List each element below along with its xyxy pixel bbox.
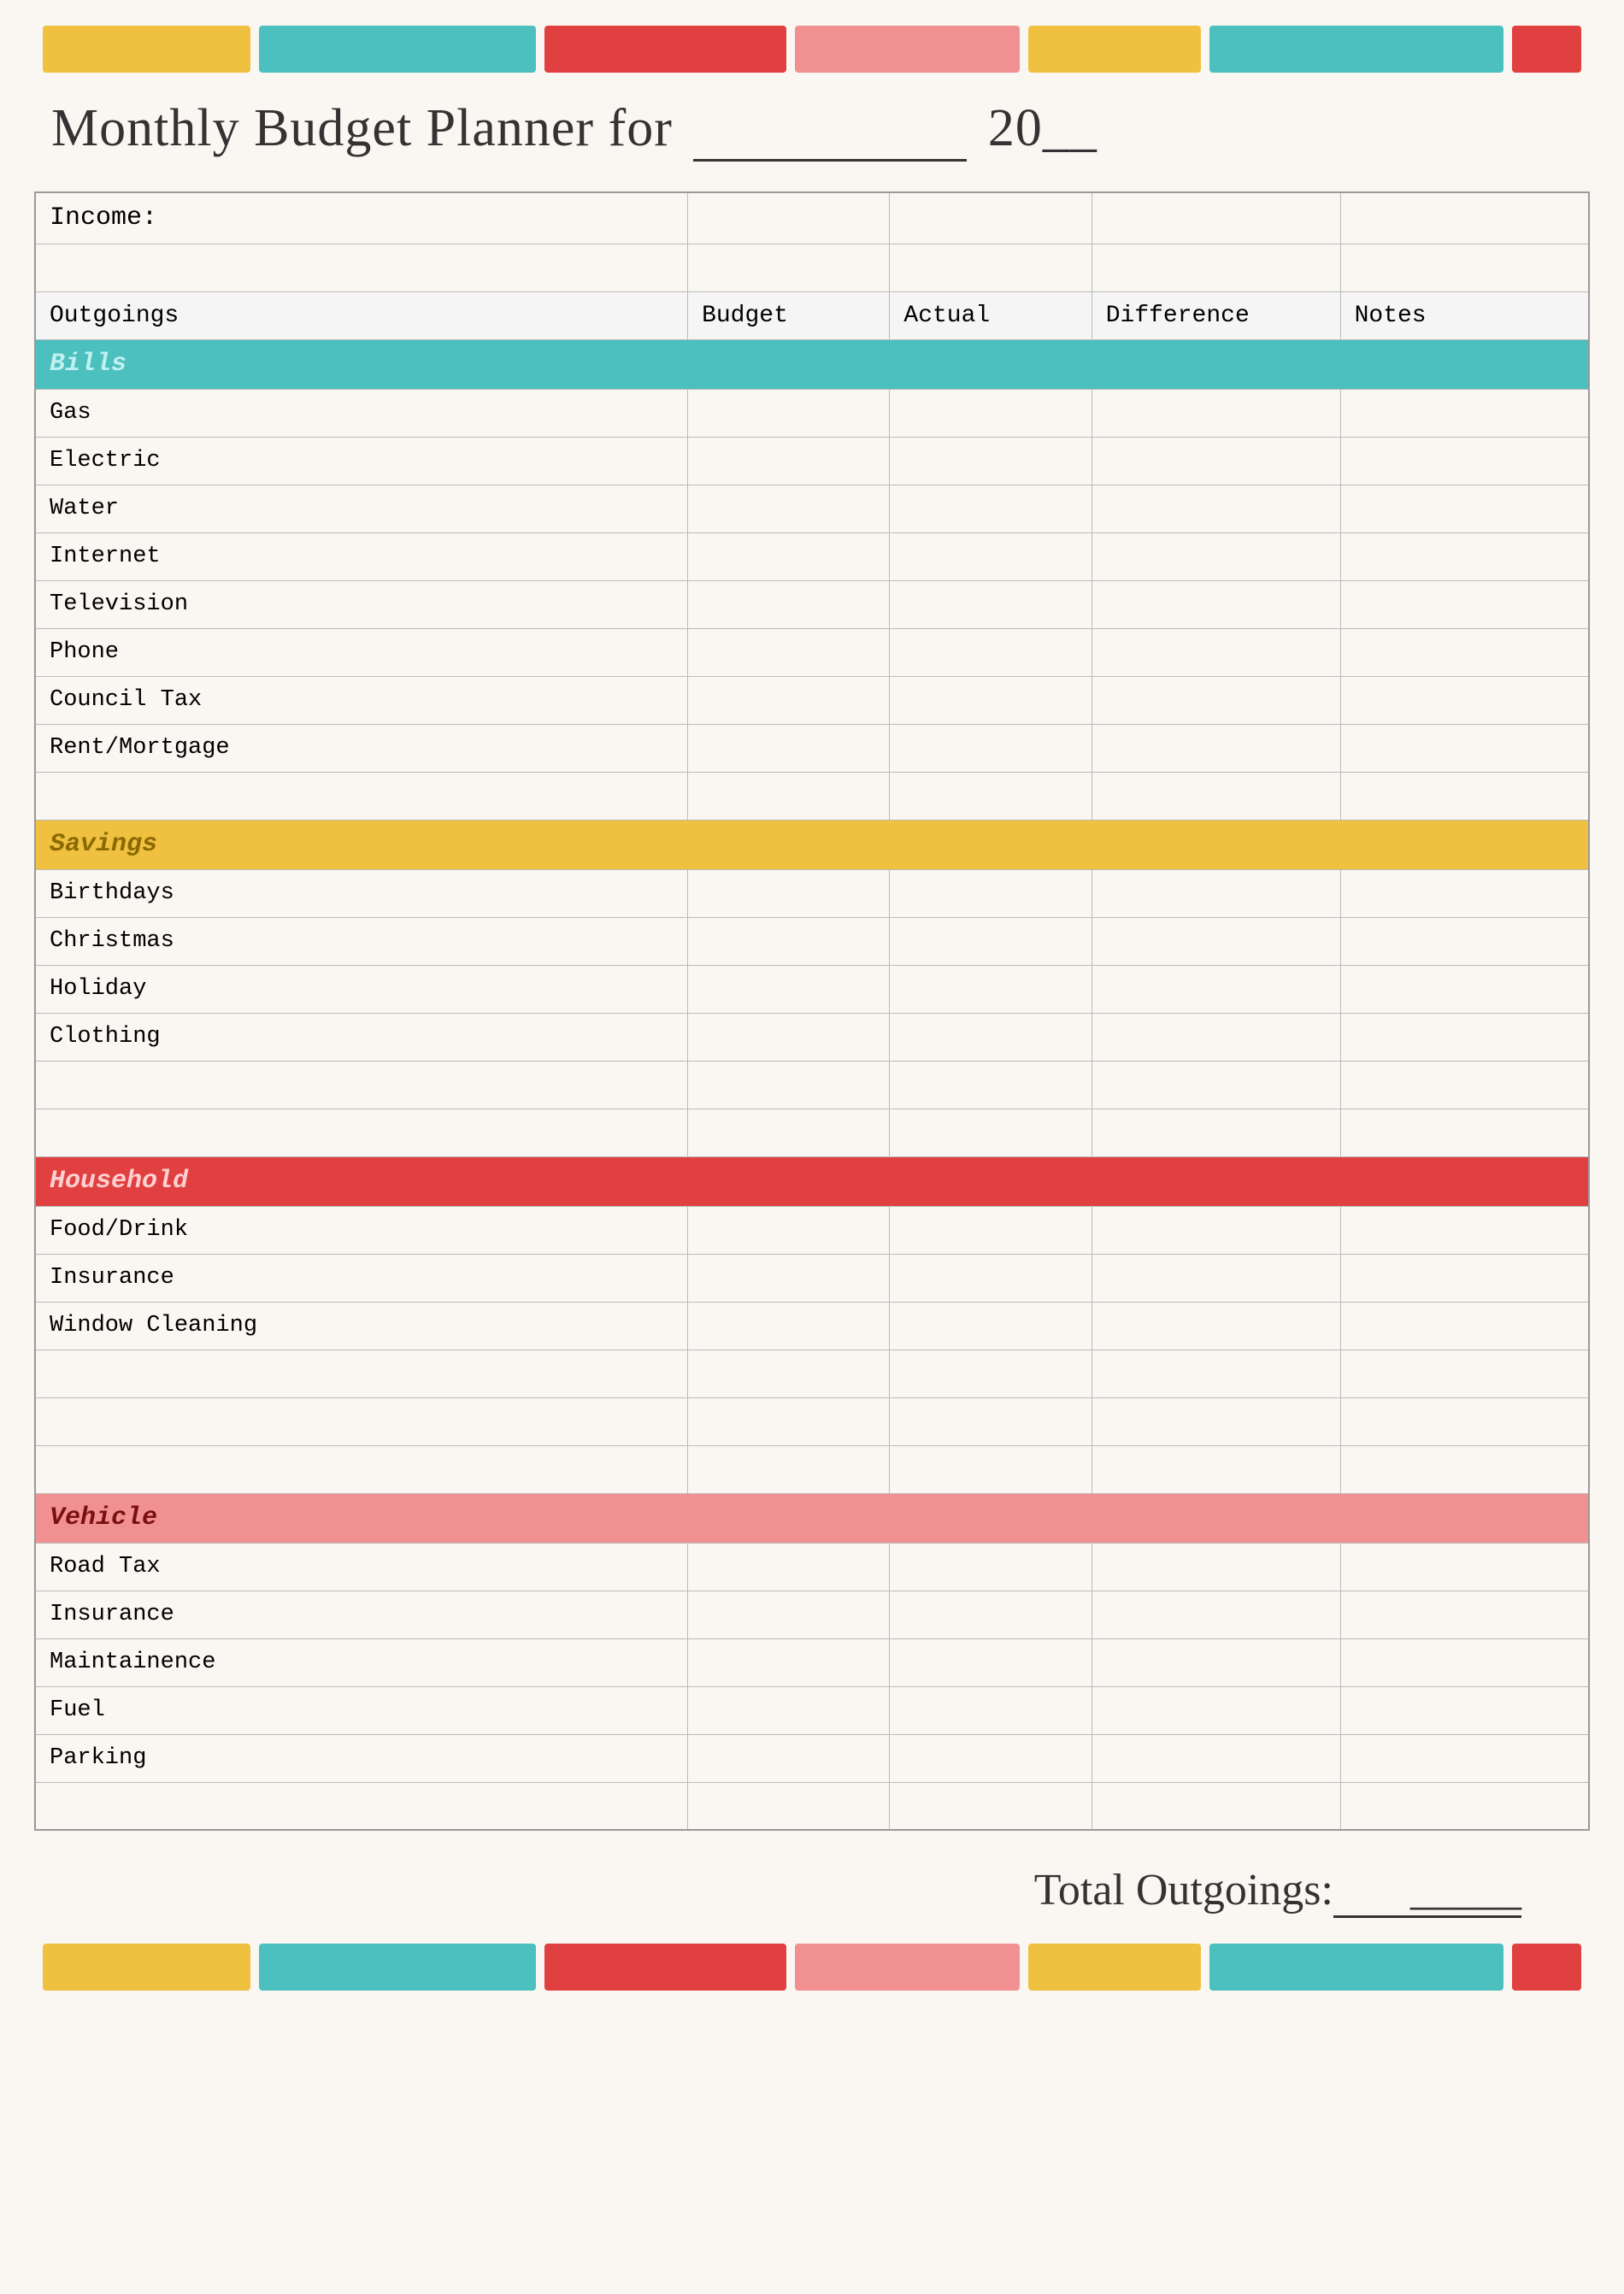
row-fuel: Fuel — [35, 1686, 1589, 1734]
header-outgoings: Outgoings — [35, 291, 688, 339]
row-food-drink: Food/Drink — [35, 1206, 1589, 1254]
income-label: Income: — [35, 192, 688, 244]
total-label: Total Outgoings: — [1034, 1866, 1333, 1915]
bottom-strip-teal-1 — [259, 1944, 536, 1991]
strip-yellow-2 — [1028, 26, 1201, 73]
bottom-strip-red-2 — [1512, 1944, 1581, 1991]
row-electric: Electric — [35, 437, 1589, 485]
row-window-cleaning: Window Cleaning — [35, 1302, 1589, 1350]
strip-yellow-1 — [43, 26, 250, 73]
header-budget: Budget — [688, 291, 890, 339]
section-bills-header: Bills — [35, 339, 1589, 389]
row-birthdays: Birthdays — [35, 869, 1589, 917]
row-christmas: Christmas — [35, 917, 1589, 965]
title-month-blank — [693, 98, 967, 162]
strip-pink-1 — [795, 26, 1020, 73]
total-value-blank: _____ — [1333, 1865, 1521, 1918]
row-household-insurance: Insurance — [35, 1254, 1589, 1302]
header-notes: Notes — [1340, 291, 1589, 339]
savings-empty-2 — [35, 1109, 1589, 1156]
header-difference: Difference — [1091, 291, 1340, 339]
bottom-strip-red-1 — [544, 1944, 786, 1991]
row-road-tax: Road Tax — [35, 1543, 1589, 1591]
strip-red-2 — [1512, 26, 1581, 73]
page-title: Monthly Budget Planner for 20__ — [34, 98, 1590, 162]
budget-table: Income: Outgoings Budget Actual Differen… — [34, 191, 1590, 1831]
bottom-strip-teal-2 — [1209, 1944, 1503, 1991]
household-label: Household — [35, 1156, 1589, 1206]
row-clothing: Clothing — [35, 1013, 1589, 1061]
bills-label: Bills — [35, 339, 1589, 389]
strip-red-1 — [544, 26, 786, 73]
section-household-header: Household — [35, 1156, 1589, 1206]
row-rent-mortgage: Rent/Mortgage — [35, 724, 1589, 772]
household-empty-3 — [35, 1445, 1589, 1493]
section-savings-header: Savings — [35, 820, 1589, 869]
total-outgoings-row: Total Outgoings:_____ — [34, 1865, 1590, 1918]
title-year-blank: __ — [1043, 99, 1097, 157]
row-gas: Gas — [35, 389, 1589, 437]
page: Monthly Budget Planner for 20__ Income: … — [0, 0, 1624, 2294]
column-headers-row: Outgoings Budget Actual Difference Notes — [35, 291, 1589, 339]
title-year-prefix: 20 — [988, 99, 1043, 157]
strip-teal-2 — [1209, 26, 1503, 73]
savings-empty-1 — [35, 1061, 1589, 1109]
savings-label: Savings — [35, 820, 1589, 869]
household-empty-1 — [35, 1350, 1589, 1397]
row-television: Television — [35, 580, 1589, 628]
household-empty-2 — [35, 1397, 1589, 1445]
income-actual-cell — [890, 192, 1091, 244]
row-internet: Internet — [35, 532, 1589, 580]
row-parking: Parking — [35, 1734, 1589, 1782]
row-phone: Phone — [35, 628, 1589, 676]
bottom-strip-yellow-2 — [1028, 1944, 1201, 1991]
row-council-tax: Council Tax — [35, 676, 1589, 724]
row-water: Water — [35, 485, 1589, 532]
header-actual: Actual — [890, 291, 1091, 339]
income-notes-cell — [1340, 192, 1589, 244]
bottom-color-strips — [34, 1944, 1590, 1991]
row-maintainence: Maintainence — [35, 1638, 1589, 1686]
bills-empty-1 — [35, 772, 1589, 820]
title-prefix: Monthly Budget Planner for — [51, 99, 673, 157]
bottom-strip-pink-1 — [795, 1944, 1020, 1991]
income-budget-cell — [688, 192, 890, 244]
empty-row-after-income — [35, 244, 1589, 291]
vehicle-empty-1 — [35, 1782, 1589, 1830]
income-diff-cell — [1091, 192, 1340, 244]
row-vehicle-insurance: Insurance — [35, 1591, 1589, 1638]
income-row: Income: — [35, 192, 1589, 244]
row-holiday: Holiday — [35, 965, 1589, 1013]
bottom-strip-yellow-1 — [43, 1944, 250, 1991]
top-color-strips — [34, 26, 1590, 73]
section-vehicle-header: Vehicle — [35, 1493, 1589, 1543]
vehicle-label: Vehicle — [35, 1493, 1589, 1543]
strip-teal-1 — [259, 26, 536, 73]
